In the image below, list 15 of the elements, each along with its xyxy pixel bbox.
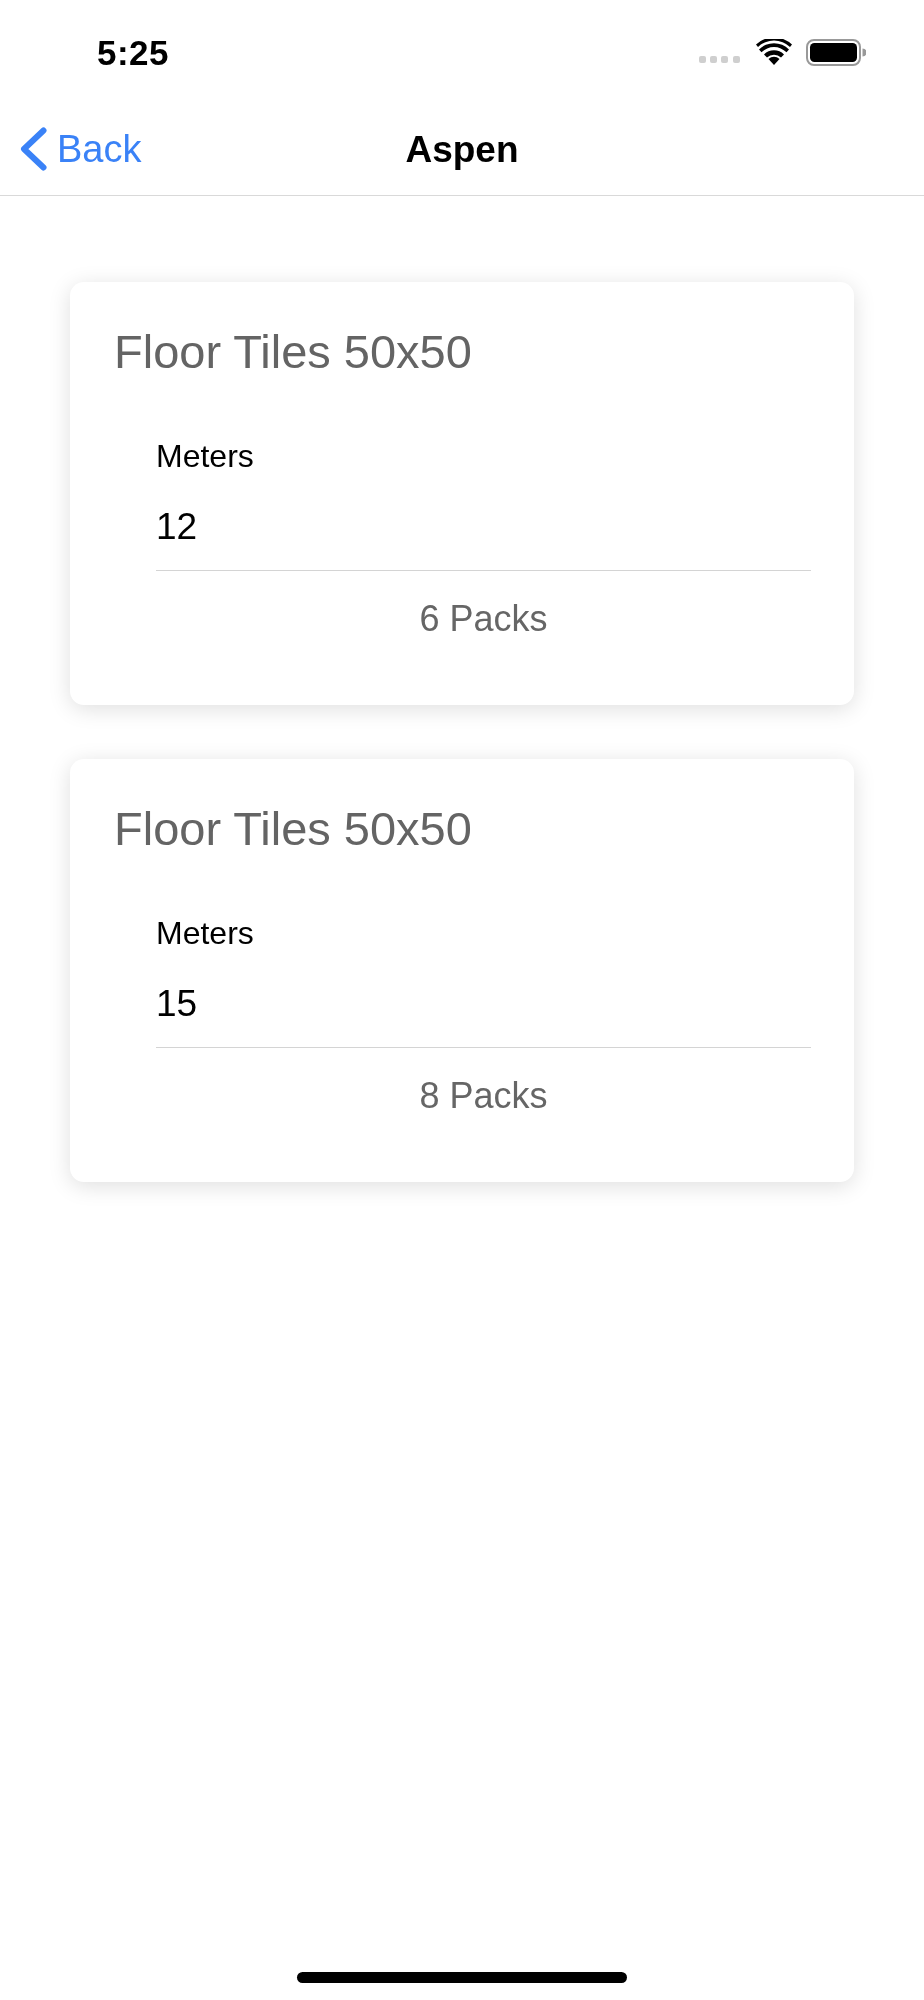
signal-icon	[699, 55, 740, 63]
nav-title: Aspen	[405, 127, 519, 172]
chevron-left-icon	[20, 126, 47, 171]
battery-icon	[806, 38, 866, 66]
field-label: Meters	[156, 437, 255, 476]
input-field[interactable]: 12	[156, 504, 811, 571]
wifi-icon	[756, 39, 792, 65]
packs-result: 8 Packs	[418, 1074, 549, 1118]
product-title: Floor Tiles 50x50	[114, 801, 473, 857]
packs-result: 6 Packs	[418, 597, 549, 641]
status-time: 5:25	[97, 33, 170, 73]
product-title: Floor Tiles 50x50	[114, 324, 473, 380]
back-button[interactable]: Back	[0, 126, 142, 171]
field-label: Meters	[156, 914, 255, 953]
input-field[interactable]: 15	[156, 981, 811, 1048]
